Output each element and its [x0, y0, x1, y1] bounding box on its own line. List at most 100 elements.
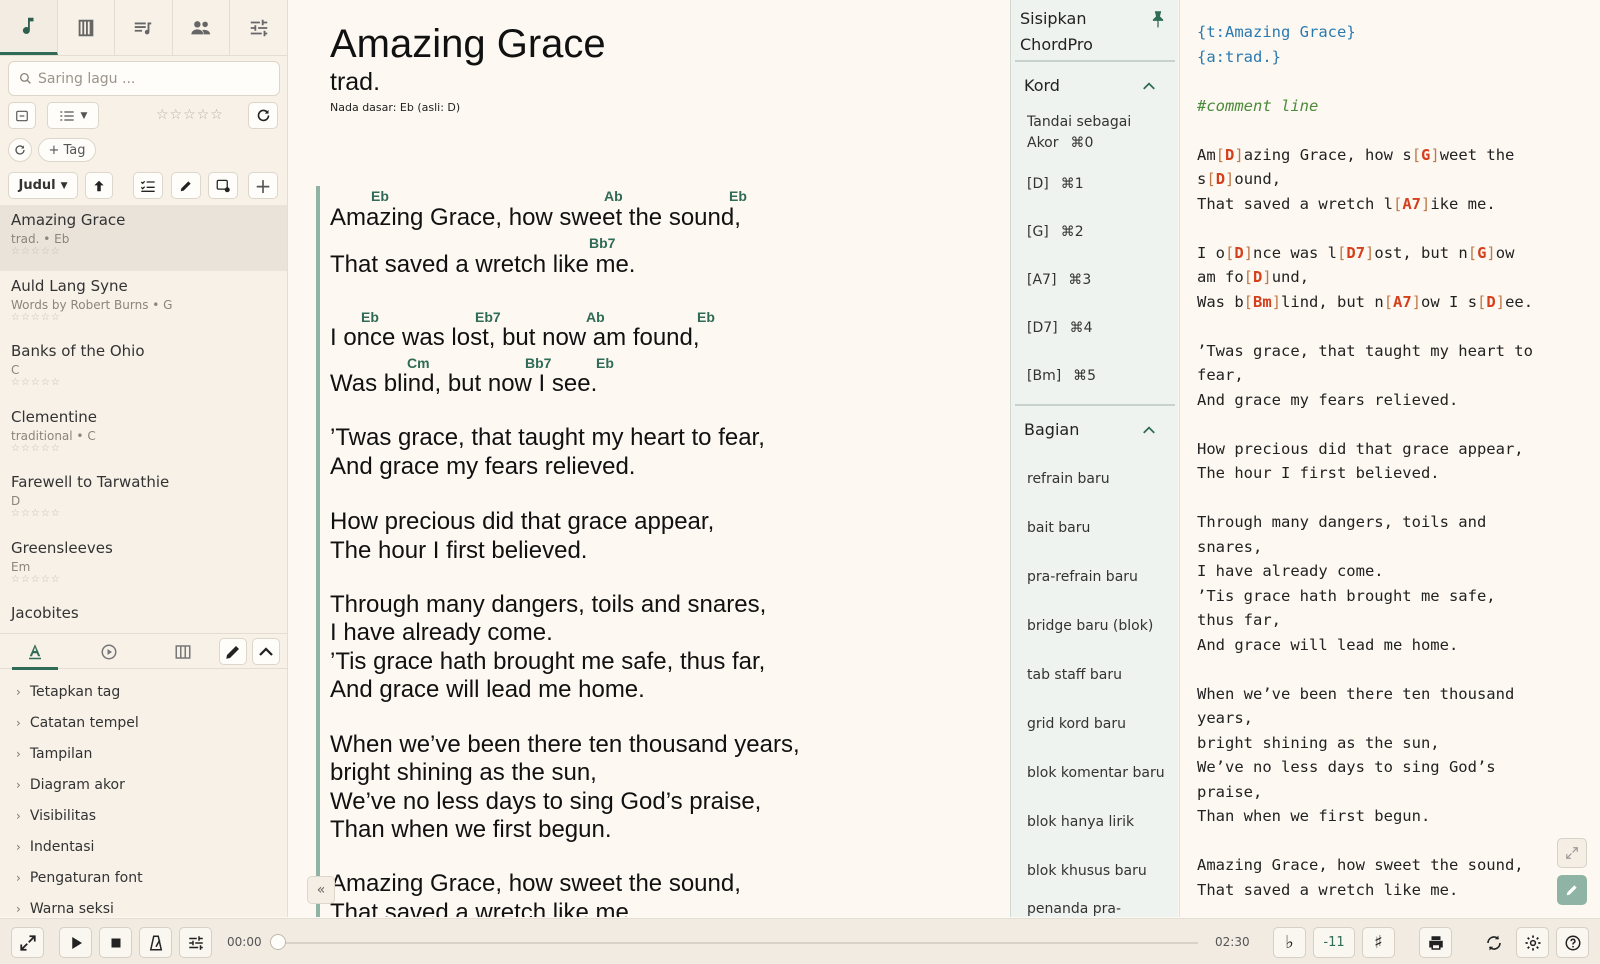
tag-toolbar: + Tag [8, 138, 280, 162]
add-tag-button[interactable]: + Tag [38, 138, 96, 162]
settings-button[interactable] [1516, 927, 1549, 958]
section-indentation[interactable]: › Indentasi [0, 831, 287, 862]
editor-content[interactable]: {t:Amazing Grace} {a:trad.} #comment line… [1197, 20, 1533, 902]
sections-group-header[interactable]: Bagian [1024, 420, 1079, 439]
tab-playback[interactable] [86, 634, 132, 670]
settings-sections: › Tetapkan tag › Catatan tempel › Tampilan … [0, 676, 287, 917]
help-button[interactable] [1556, 927, 1589, 958]
list-item[interactable]: Clementine traditional • C ☆☆☆☆☆ [0, 402, 287, 468]
insert-chordpro-panel: Sisipkan ChordPro Kord Tandai sebagai Ak… [1010, 0, 1178, 917]
reset-tags-button[interactable] [8, 138, 32, 162]
insert-chord-item[interactable]: [G] ⌘2 [1027, 222, 1084, 243]
list-item[interactable]: Auld Lang Syne Words by Robert Burns • G… [0, 271, 287, 337]
collapse-sidebar-button[interactable]: « [307, 876, 335, 904]
tab-songs[interactable] [0, 0, 58, 55]
song-list: Amazing Grace trad. • Eb ☆☆☆☆☆ Auld Lang… [0, 205, 287, 625]
chords-group-header[interactable]: Kord [1024, 76, 1060, 95]
section-visibility[interactable]: › Visibilitas [0, 800, 287, 831]
list-item[interactable]: Farewell to Tarwathie D ☆☆☆☆☆ [0, 467, 287, 533]
song-rating[interactable]: ☆☆☆☆☆ [11, 312, 277, 323]
edit-details-button[interactable] [219, 638, 247, 665]
song-rating[interactable]: ☆☆☆☆☆ [11, 508, 277, 519]
lyric-line: And grace my fears relieved. [330, 453, 636, 480]
print-button[interactable] [1419, 927, 1452, 958]
song-rating[interactable]: ☆☆☆☆☆ [11, 574, 277, 585]
seek-handle[interactable] [270, 934, 286, 950]
sort-direction-button[interactable] [85, 172, 113, 199]
chordpro-editor[interactable]: {t:Amazing Grace} {a:trad.} #comment line… [1179, 0, 1600, 917]
fullscreen-button[interactable] [11, 927, 44, 958]
insert-chord-item[interactable]: [A7] ⌘3 [1027, 270, 1091, 291]
edit-mode-button[interactable] [1557, 875, 1587, 905]
rating-filter[interactable]: ☆☆☆☆☆ [156, 107, 224, 123]
section-font-settings[interactable]: › Pengaturan font [0, 862, 287, 893]
insert-chord-item[interactable]: [D7] ⌘4 [1027, 318, 1093, 339]
metronome-button[interactable] [139, 927, 172, 958]
song-meta: traditional • C [11, 428, 96, 443]
transpose-down-button[interactable]: ♭ [1273, 927, 1306, 958]
code-line: And grace will lead me home. [1197, 635, 1459, 654]
tab-books[interactable] [58, 0, 116, 55]
sync-button[interactable] [1477, 927, 1510, 958]
insert-section-item[interactable]: grid kord baru [1027, 714, 1126, 735]
song-rating[interactable]: ☆☆☆☆☆ [11, 377, 277, 388]
archive-button[interactable] [8, 102, 36, 129]
tab-people[interactable] [173, 0, 231, 55]
sort-dropdown[interactable]: Judul ▼ [8, 172, 78, 199]
song-rating[interactable]: ☆☆☆☆☆ [11, 443, 277, 454]
insert-chord-item[interactable]: [Bm] ⌘5 [1027, 366, 1096, 387]
tab-text-format[interactable] [12, 634, 58, 670]
section-chord-diagrams[interactable]: › Diagram akor [0, 769, 287, 800]
section-set-tags[interactable]: › Tetapkan tag [0, 676, 287, 707]
stop-button[interactable] [99, 927, 132, 958]
code-line: fear, [1197, 366, 1244, 384]
insert-section-item[interactable]: penanda pra- [1027, 899, 1121, 917]
multi-select-button[interactable] [133, 172, 163, 199]
lyric-line: Amazing Grace, how sweet the sound, [330, 870, 741, 897]
refresh-button[interactable] [248, 102, 278, 129]
chord: Eb [697, 309, 715, 325]
insert-section-item[interactable]: bridge baru (blok) [1027, 616, 1153, 637]
list-item[interactable]: Amazing Grace trad. • Eb ☆☆☆☆☆ [0, 205, 287, 271]
playback-settings-button[interactable] [179, 927, 212, 958]
collapse-panel-button[interactable] [252, 638, 280, 665]
tab-setlists[interactable] [115, 0, 173, 55]
chevron-right-icon: › [16, 715, 21, 730]
section-label: Warna seksi [29, 900, 114, 917]
directive: {a: [1197, 47, 1225, 66]
section-section-colors[interactable]: › Warna seksi [0, 893, 287, 917]
mark-as-chord-item[interactable]: Tandai sebagai Akor ⌘0 [1027, 112, 1131, 154]
transpose-up-button[interactable]: ♯ [1362, 927, 1395, 958]
insert-section-item[interactable]: blok komentar baru [1027, 763, 1165, 784]
insert-section-item[interactable]: blok hanya lirik [1027, 812, 1134, 833]
chevron-up-icon[interactable] [1142, 424, 1156, 436]
chord-token: A7 [1393, 292, 1412, 311]
seek-track[interactable] [276, 942, 1198, 944]
insert-section-item[interactable]: blok khusus baru [1027, 861, 1147, 882]
song-filter-input[interactable] [38, 70, 268, 87]
chevron-up-icon[interactable] [1142, 80, 1156, 92]
transpose-value[interactable]: -11 [1313, 927, 1355, 958]
sort-label: Judul [18, 178, 56, 193]
song-rating[interactable]: ☆☆☆☆☆ [11, 246, 277, 257]
list-item[interactable]: Banks of the Ohio C ☆☆☆☆☆ [0, 336, 287, 402]
section-sticky-notes[interactable]: › Catatan tempel [0, 707, 287, 738]
expand-editor-button[interactable] [1557, 838, 1587, 868]
play-button[interactable] [59, 927, 92, 958]
insert-chord-item[interactable]: [D] ⌘1 [1027, 174, 1084, 195]
duplicate-button[interactable] [208, 172, 238, 199]
view-mode-dropdown[interactable]: ▼ [47, 102, 99, 129]
add-song-button[interactable]: + [248, 172, 278, 199]
list-item[interactable]: Jacobites [0, 598, 287, 625]
edit-song-button[interactable] [171, 172, 201, 199]
pin-icon[interactable] [1150, 10, 1166, 28]
insert-section-item[interactable]: tab staff baru [1027, 665, 1122, 686]
insert-section-item[interactable]: pra-refrain baru [1027, 567, 1138, 588]
list-item[interactable]: Greensleeves Em ☆☆☆☆☆ [0, 533, 287, 599]
tab-keyboard[interactable] [160, 634, 206, 670]
code-line: That saved a wretch l[A7]ike me. [1197, 194, 1496, 213]
insert-section-item[interactable]: refrain baru [1027, 469, 1110, 490]
section-display[interactable]: › Tampilan [0, 738, 287, 769]
tab-settings[interactable] [230, 0, 287, 55]
insert-section-item[interactable]: bait baru [1027, 518, 1090, 539]
